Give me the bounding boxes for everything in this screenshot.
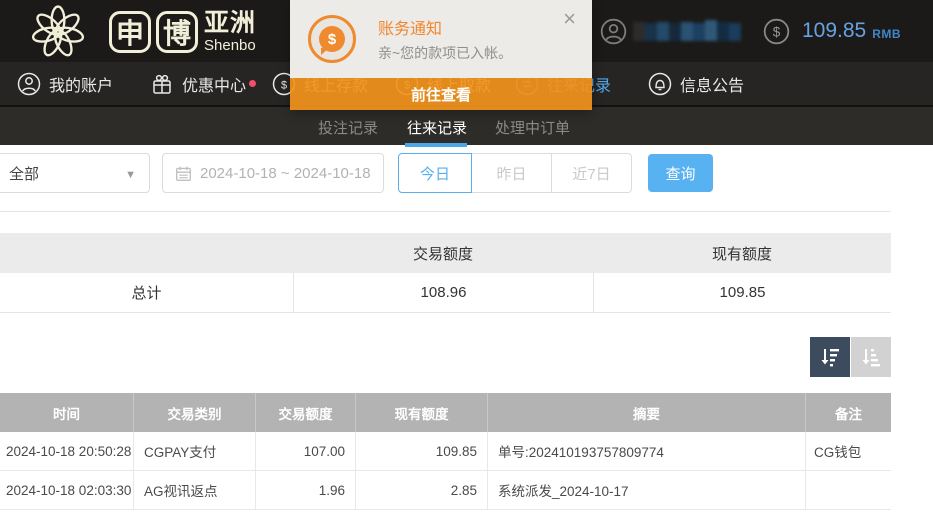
cell-time: 2024-10-18 02:03:30 — [0, 471, 133, 509]
close-icon[interactable]: × — [563, 8, 576, 30]
table-row: 2024-10-18 02:03:30 AG视讯返点 1.96 2.85 系统派… — [0, 471, 891, 510]
sort-descending-button[interactable] — [810, 337, 850, 377]
cell-amount: 1.96 — [255, 471, 355, 509]
user-area: $ 109.85 RMB — [600, 0, 901, 62]
col-header-type: 交易类别 — [133, 393, 255, 432]
cell-note: CG钱包 — [805, 432, 891, 470]
cell-type: AG视讯返点 — [133, 471, 255, 509]
summary-total-row: 总计 108.96 109.85 — [0, 273, 891, 313]
cell-balance: 109.85 — [355, 432, 487, 470]
col-header-amount: 交易额度 — [255, 393, 355, 432]
balance-currency: RMB — [872, 27, 901, 41]
sort-buttons — [810, 337, 891, 377]
svg-text:$: $ — [281, 79, 287, 91]
user-icon — [17, 72, 41, 96]
nav-item-my-account[interactable]: 我的账户 — [17, 62, 113, 105]
user-avatar-icon[interactable] — [600, 18, 627, 45]
notification-dot — [249, 80, 256, 87]
quick-btn-today[interactable]: 今日 — [398, 153, 472, 193]
quick-btn-last7days[interactable]: 近7日 — [552, 153, 632, 193]
money-message-icon: $ — [308, 15, 356, 63]
table-row: 2024-10-18 20:50:28 CGPAY支付 107.00 109.8… — [0, 432, 891, 471]
calendar-icon — [175, 165, 192, 182]
brand-char-2: 博 — [156, 11, 198, 53]
balance-dollar-icon: $ — [763, 18, 790, 45]
col-header-balance: 现有额度 — [355, 393, 487, 432]
sort-descending-icon — [819, 346, 841, 368]
summary-header-row: 交易额度 现有额度 — [0, 233, 891, 273]
go-view-button[interactable]: 前往查看 — [290, 78, 592, 110]
summary-table: 交易额度 现有额度 总计 108.96 109.85 — [0, 233, 891, 313]
summary-header-trade: 交易额度 — [293, 243, 593, 264]
brand-region: 亚洲 — [204, 11, 256, 36]
flower-logo-icon — [12, 2, 104, 62]
cell-balance: 2.85 — [355, 471, 487, 509]
transaction-records-page: 申 博 亚洲 Shenbo — [0, 0, 933, 515]
records-table: 时间 交易类别 交易额度 现有额度 摘要 备注 2024-10-18 20:50… — [0, 393, 891, 510]
summary-header-balance: 现有额度 — [593, 243, 891, 264]
notification-message: 亲~您的款项已入帐。 — [378, 43, 512, 63]
sort-ascending-button[interactable] — [851, 337, 891, 377]
nav-label: 我的账户 — [49, 72, 113, 96]
brand-char-1: 申 — [109, 11, 151, 53]
cell-summary: 单号:202410193757809774 — [487, 432, 805, 470]
tab-transfer-records[interactable]: 往来记录 — [407, 107, 467, 147]
summary-trade-total: 108.96 — [293, 273, 593, 313]
censored-username — [633, 20, 741, 43]
nav-label: 优惠中心 — [182, 72, 246, 96]
sort-ascending-icon — [860, 346, 882, 368]
brand-logo[interactable]: 申 博 亚洲 Shenbo — [12, 2, 256, 62]
balance-group[interactable]: $ 109.85 RMB — [763, 18, 901, 45]
account-notification-popup: $ 账务通知 亲~您的款项已入帐。 × 前往查看 — [290, 0, 592, 110]
type-select-value: 全部 — [9, 163, 39, 184]
nav-label: 信息公告 — [680, 72, 744, 96]
record-tabs: 投注记录 往来记录 处理中订单 — [0, 105, 933, 145]
quick-btn-yesterday[interactable]: 昨日 — [472, 153, 552, 193]
nav-item-promotions[interactable]: 优惠中心 — [150, 62, 246, 105]
cell-note — [805, 471, 891, 509]
bell-icon — [648, 72, 672, 96]
active-tab-underline — [405, 143, 467, 147]
cell-time: 2024-10-18 20:50:28 — [0, 432, 133, 470]
summary-total-label: 总计 — [0, 282, 293, 303]
col-header-time: 时间 — [0, 393, 133, 432]
col-header-note: 备注 — [805, 393, 891, 432]
gift-icon — [150, 72, 174, 96]
cell-summary: 系统派发_2024-10-17 — [487, 471, 805, 509]
summary-balance-total: 109.85 — [593, 273, 891, 313]
brand-latin: Shenbo — [204, 38, 256, 53]
svg-text:$: $ — [773, 24, 781, 39]
balance-amount: 109.85 — [802, 19, 866, 43]
cell-type: CGPAY支付 — [133, 432, 255, 470]
tab-bet-records[interactable]: 投注记录 — [318, 107, 378, 147]
table-header-row: 时间 交易类别 交易额度 现有额度 摘要 备注 — [0, 393, 891, 432]
notification-body: $ 账务通知 亲~您的款项已入帐。 × — [290, 0, 592, 78]
section-divider — [0, 211, 891, 212]
notification-title: 账务通知 — [378, 15, 442, 39]
chevron-down-icon: ▼ — [125, 169, 136, 181]
cell-amount: 107.00 — [255, 432, 355, 470]
nav-item-announcements[interactable]: 信息公告 — [648, 62, 744, 105]
date-range-input[interactable]: 2024-10-18 ~ 2024-10-18 — [162, 153, 384, 193]
search-button[interactable]: 查询 — [648, 154, 713, 192]
date-range-value: 2024-10-18 ~ 2024-10-18 — [200, 165, 371, 182]
col-header-summary: 摘要 — [487, 393, 805, 432]
tab-pending-orders[interactable]: 处理中订单 — [495, 107, 570, 147]
type-select[interactable]: 全部 ▼ — [0, 153, 150, 193]
quick-date-group: 今日 昨日 近7日 — [398, 153, 632, 193]
filter-row: 全部 ▼ 2024-10-18 ~ 2024-10-18 今日 昨日 近7日 查… — [0, 153, 933, 193]
